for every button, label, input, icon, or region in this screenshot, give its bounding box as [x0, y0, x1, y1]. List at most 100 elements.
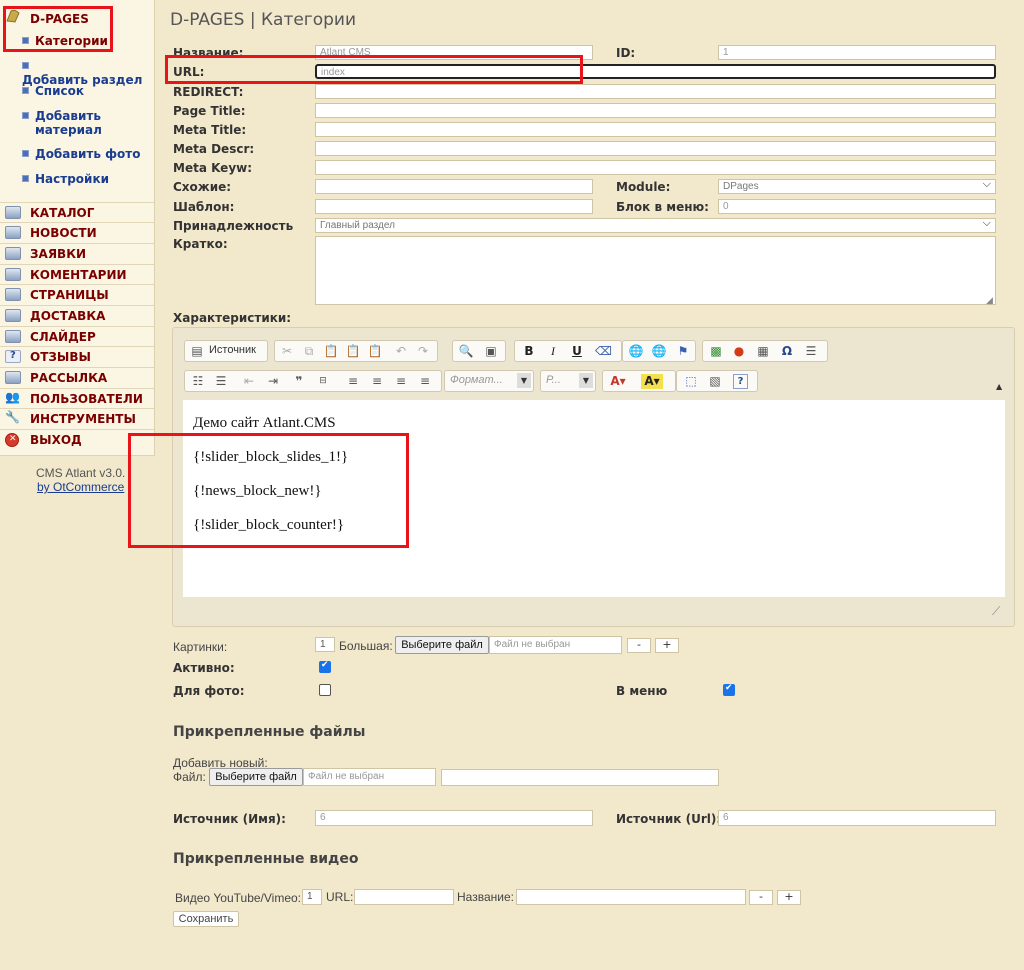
format-select[interactable]: Формат... ▼ — [444, 370, 534, 392]
images-count-input[interactable]: 1 — [315, 637, 335, 652]
bulleted-list-icon[interactable]: ☰ — [213, 374, 229, 389]
dropdown-arrow-icon: ▼ — [517, 373, 531, 388]
meta-title-input[interactable] — [315, 122, 996, 137]
source-name-input[interactable]: 6 — [315, 810, 593, 826]
similar-input[interactable] — [315, 179, 593, 194]
sidebar-item-pages[interactable]: СТРАНИЦЫ — [0, 284, 154, 304]
module-select[interactable]: DPages — [718, 179, 996, 194]
anchor-icon[interactable]: ⚑ — [675, 344, 691, 359]
blockquote-icon[interactable]: ❞ — [291, 374, 307, 389]
align-center-icon[interactable]: ≡ — [369, 374, 385, 389]
sidebar-item-catalog[interactable]: КАТАЛОГ — [0, 202, 154, 222]
italic-button[interactable]: I — [545, 344, 561, 359]
belongs-select[interactable]: Главный раздел — [315, 218, 996, 233]
sidebar-item-add-material[interactable]: Добавить материал — [22, 109, 112, 137]
paste-text-icon[interactable]: 📋 — [345, 344, 361, 359]
save-button[interactable]: Сохранить — [173, 911, 239, 927]
unlink-icon[interactable]: 🌐 — [651, 344, 667, 359]
video-url-input[interactable] — [354, 889, 454, 905]
show-blocks-icon[interactable]: ▧ — [707, 374, 723, 389]
sidebar-item-reviews[interactable]: ОТЗЫВЫ — [0, 346, 154, 366]
meta-keyw-label: Meta Keyw: — [173, 161, 253, 175]
in-menu-checkbox[interactable] — [723, 683, 735, 696]
video-minus-button[interactable]: - — [749, 890, 773, 905]
div-icon[interactable]: ⊟ — [315, 374, 331, 389]
page-title-input[interactable] — [315, 103, 996, 118]
special-char-icon[interactable]: Ω — [779, 344, 795, 359]
attach-name-input[interactable] — [441, 769, 719, 786]
paste-word-icon[interactable]: 📋 — [367, 344, 383, 359]
active-checkbox[interactable] — [319, 660, 331, 673]
undo-icon[interactable]: ↶ — [393, 344, 409, 359]
footer-version: CMS Atlant v3.0. — [36, 466, 126, 480]
find-icon[interactable]: 🔍 — [458, 344, 474, 359]
resize-handle-icon[interactable]: ◢ — [986, 296, 993, 306]
template-input[interactable] — [315, 199, 593, 214]
sidebar-item-tools[interactable]: ИНСТРУМЕНТЫ — [0, 408, 154, 428]
sidebar-item-news[interactable]: НОВОСТИ — [0, 222, 154, 242]
menu-block-label: Блок в меню: — [616, 200, 709, 214]
source-url-input[interactable]: 6 — [718, 810, 996, 826]
copy-icon[interactable]: ⧉ — [301, 344, 317, 359]
dropdown-arrow-icon: ▼ — [579, 373, 593, 388]
pagebreak-icon[interactable]: ☰ — [803, 344, 819, 359]
collapse-toolbar-icon[interactable]: ▲ — [996, 382, 1002, 391]
source-button[interactable]: Источник — [209, 344, 256, 356]
bg-color-icon[interactable]: A▾ — [641, 374, 663, 389]
image-icon[interactable]: ▩ — [708, 344, 724, 359]
maximize-icon[interactable]: ⬚ — [683, 374, 699, 389]
bold-button[interactable]: B — [521, 344, 537, 359]
outdent-icon[interactable]: ⇤ — [241, 374, 257, 389]
requests-icon — [5, 247, 21, 260]
indent-icon[interactable]: ⇥ — [265, 374, 281, 389]
select-all-icon[interactable]: ▣ — [483, 344, 499, 359]
id-label: ID: — [616, 46, 636, 60]
numbered-list-icon[interactable]: ☷ — [190, 374, 206, 389]
video-title-input[interactable] — [516, 889, 746, 905]
choose-file-button[interactable]: Выберите файл — [395, 636, 489, 654]
paste-icon[interactable]: 📋 — [323, 344, 339, 359]
text-color-icon[interactable]: A▾ — [607, 374, 629, 389]
module-label: Module: — [616, 180, 671, 194]
brief-textarea[interactable] — [315, 236, 996, 305]
eraser-icon[interactable]: ⌫ — [595, 344, 612, 359]
sidebar-item-add-section[interactable]: Добавить раздел — [22, 59, 154, 87]
sidebar-item-list[interactable]: Список — [22, 84, 84, 98]
sidebar-item-mailing[interactable]: РАССЫЛКА — [0, 367, 154, 387]
images-label: Картинки: — [173, 640, 228, 654]
active-label: Активно: — [173, 661, 235, 675]
sidebar-item-slider[interactable]: СЛАЙДЕР — [0, 326, 154, 346]
about-icon[interactable]: ? — [733, 374, 748, 389]
align-justify-icon[interactable]: ≡ — [417, 374, 433, 389]
sidebar-item-comments[interactable]: КОМЕНТАРИИ — [0, 264, 154, 284]
sidebar-item-users[interactable]: ПОЛЬЗОВАТЕЛИ — [0, 388, 154, 408]
align-left-icon[interactable]: ≡ — [345, 374, 361, 389]
footer-link[interactable]: by OtCommerce — [37, 480, 124, 494]
for-photo-checkbox[interactable] — [319, 684, 331, 696]
minus-button[interactable]: - — [627, 638, 651, 653]
align-right-icon[interactable]: ≡ — [393, 374, 409, 389]
meta-descr-input[interactable] — [315, 141, 996, 156]
underline-button[interactable]: U — [569, 344, 585, 359]
video-plus-button[interactable]: + — [777, 890, 801, 905]
redo-icon[interactable]: ↷ — [415, 344, 431, 359]
sidebar-item-add-photo[interactable]: Добавить фото — [22, 147, 140, 161]
table-icon[interactable]: ▦ — [755, 344, 771, 359]
editor-resize-icon[interactable]: ⟋ — [992, 604, 1000, 619]
meta-keyw-input[interactable] — [315, 160, 996, 175]
link-icon[interactable]: 🌐 — [628, 344, 644, 359]
size-select[interactable]: Р... ▼ — [540, 370, 596, 392]
redirect-label: REDIRECT: — [173, 85, 244, 99]
cut-icon[interactable]: ✂ — [279, 344, 295, 359]
page-title: D-PAGES | Категории — [170, 10, 357, 30]
flash-icon[interactable]: ● — [731, 344, 747, 359]
sidebar-item-settings[interactable]: Настройки — [22, 172, 109, 186]
redirect-input[interactable] — [315, 84, 996, 99]
sidebar-item-requests[interactable]: ЗАЯВКИ — [0, 243, 154, 263]
menu-block-input[interactable]: 0 — [718, 199, 996, 214]
plus-button[interactable]: + — [655, 638, 679, 653]
video-count-input[interactable]: 1 — [302, 889, 322, 905]
sidebar-item-delivery[interactable]: ДОСТАВКА — [0, 305, 154, 325]
id-input[interactable]: 1 — [718, 45, 996, 60]
attach-choose-file-button[interactable]: Выберите файл — [209, 768, 303, 786]
